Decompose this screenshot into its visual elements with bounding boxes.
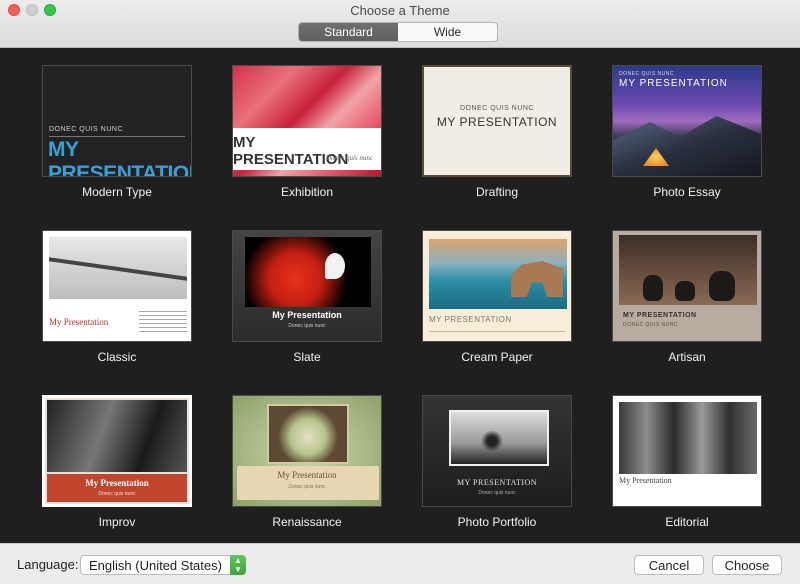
food-photo [267,404,349,464]
thumbnail-title: My Presentation [85,478,149,488]
thumbnail-title: MY PRESENTATION [619,78,728,89]
tree-image [481,430,503,452]
pot-image [709,271,735,301]
theme-label: Editorial [665,515,709,529]
thumbnail-subtitle: DONEC QUIS NUNC [619,71,675,77]
thumbnail-title: My Presentation [277,470,337,480]
cancel-button[interactable]: Cancel [634,555,704,575]
choose-button[interactable]: Choose [712,555,782,575]
theme-label: Modern Type [82,185,152,199]
theme-thumbnail[interactable]: My Presentation Donec quis nunc [232,395,382,507]
theme-label: Photo Essay [653,185,721,199]
thumbnail-subtitle: Donec quis nunc [288,323,326,329]
thumbnail-divider [429,331,565,332]
thumbnail-divider [49,136,185,137]
thumbnail-title: My Presentation [619,476,672,485]
thumbnail-title: My Presentation [272,310,342,320]
thumbnail-body-lines [139,311,187,333]
theme-thumbnail[interactable]: MY PRESENTATION [422,230,572,342]
theme-label: Slate [293,350,321,364]
theme-chooser-window: Choose a Theme Standard Wide DONEC QUIS … [0,0,800,584]
footer-bar: Language: English (United States) ▲ ▼ Can… [0,543,800,584]
thumbnail-subtitle: DONEC QUIS NUNC [459,105,534,112]
pot-image [643,275,663,301]
thumbnail-subtitle: DONEC QUIS NUNC [49,126,124,133]
theme-label: Photo Portfolio [457,515,537,529]
theme-label: Artisan [668,350,706,364]
language-value: English (United States) [89,558,222,573]
segment-wide[interactable]: Wide [398,23,497,41]
trumpet-photo [47,400,187,472]
thumbnail-subtitle: Donec quis nunc [98,491,136,497]
thumbnail-title: MY PRESENTATION [48,138,192,177]
thumbnail-title: My Presentation [49,317,109,327]
theme-label: Cream Paper [461,350,533,364]
pot-image [675,281,695,301]
language-select[interactable]: English (United States) ▲ ▼ [80,555,246,575]
chevron-up-down-icon[interactable]: ▲ ▼ [230,555,246,575]
theme-thumbnail[interactable]: My Presentation Donec quis nunc [232,230,382,342]
mountain-image [613,116,761,176]
thumbnail-title: MY PRESENTATION [233,134,349,168]
theme-thumbnail[interactable]: My Presentation [612,395,762,507]
segment-standard[interactable]: Standard [299,23,398,41]
thumbnail-title: MY PRESENTATION [623,312,697,319]
language-label: Language: [17,557,79,572]
thumbnail-subtitle: DONEC QUIS NUNC [623,322,679,328]
title-bar: Choose a Theme Standard Wide [0,0,800,48]
theme-label: Renaissance [272,515,342,529]
thumbnail-subtitle: Donec quis nunc [288,484,326,490]
theme-label: Classic [97,350,137,364]
thumbnail-title: MY PRESENTATION [456,478,538,487]
theme-thumbnail[interactable]: My Presentation Donec quis nunc [42,395,192,507]
thumbnail-subtitle: Donec quis nunc [478,490,516,496]
theme-thumbnail[interactable]: DONEC QUIS NUNC MY PRESENTATION [612,65,762,177]
window-title: Choose a Theme [350,3,450,18]
theme-label: Drafting [475,185,519,199]
theme-grid: DONEC QUIS NUNC MY PRESENTATION Modern T… [0,49,800,543]
theme-thumbnail[interactable]: MY PRESENTATION Donec quis nunc [232,65,382,177]
slide-size-segmented-control: Standard Wide [298,22,498,42]
theme-label: Improv [98,515,136,529]
theme-thumbnail[interactable]: DONEC QUIS NUNC MY PRESENTATION [42,65,192,177]
theme-thumbnail[interactable]: DONEC QUIS NUNC MY PRESENTATION [422,65,572,177]
parrot-beak-image [325,253,345,279]
theme-thumbnail[interactable]: My Presentation [42,230,192,342]
thumbnail-subtitle: Donec quis nunc [325,154,373,162]
thumbnail-title: MY PRESENTATION [436,115,558,129]
parrot-photo [245,237,371,307]
children-photo [619,402,757,474]
theme-label: Exhibition [280,185,334,199]
theme-thumbnail[interactable]: MY PRESENTATION Donec quis nunc [422,395,572,507]
theme-thumbnail[interactable]: MY PRESENTATION DONEC QUIS NUNC [612,230,762,342]
thumbnail-title: MY PRESENTATION [429,315,512,324]
